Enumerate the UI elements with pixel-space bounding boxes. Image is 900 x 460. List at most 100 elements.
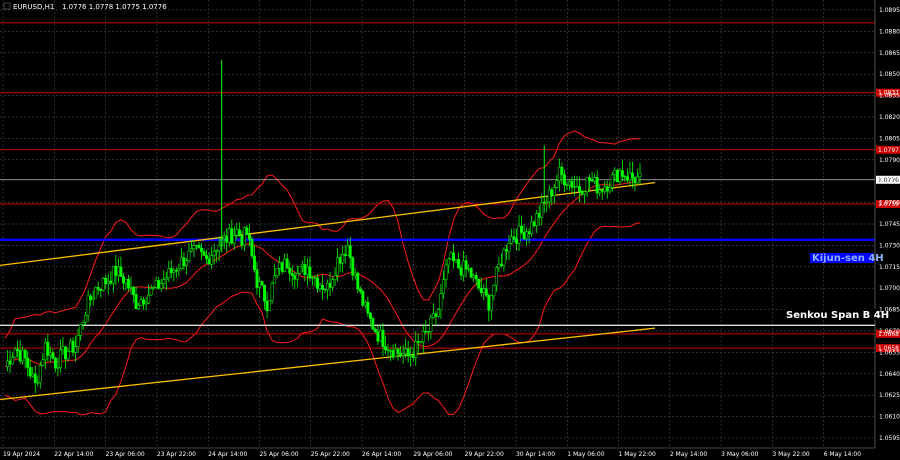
candle-body: [530, 221, 534, 234]
candle-body: [421, 330, 425, 342]
candle-body: [457, 259, 461, 269]
candle-body: [205, 255, 209, 259]
candle-body: [242, 227, 246, 246]
candle-body: [336, 257, 340, 276]
candle-body: [512, 236, 516, 240]
candle-body: [464, 260, 468, 270]
candle-body: [628, 172, 632, 181]
time-tick-label: 1 May 06:00: [567, 451, 605, 458]
candle-body: [253, 255, 256, 271]
candle-body: [557, 167, 561, 182]
price-tick-label: 1.0625: [879, 392, 900, 399]
candle-body: [109, 280, 113, 284]
candle-body: [504, 249, 508, 252]
candle-body: [142, 299, 146, 305]
candle-body: [137, 305, 141, 309]
candle-body: [310, 277, 314, 279]
level-price-label: 1.0797: [878, 147, 899, 154]
candle-body: [444, 264, 448, 280]
time-tick-label: 23 Apr 22:00: [157, 451, 196, 458]
candle-body: [134, 294, 138, 309]
candle-body: [376, 331, 380, 342]
price-tick-label: 1.0670: [879, 328, 900, 335]
time-tick-label: 30 Apr 14:00: [516, 451, 555, 458]
candle-body: [603, 186, 607, 192]
candle-body: [91, 297, 95, 301]
candle-body: [182, 257, 186, 266]
candle-body: [132, 287, 135, 295]
candle-body: [479, 287, 483, 293]
candle-body: [585, 177, 589, 192]
candle-body: [139, 299, 143, 306]
candle-body: [192, 245, 196, 249]
candle-body: [411, 354, 415, 358]
candle-body: [190, 248, 193, 252]
candle-body: [404, 348, 408, 355]
price-tick-label: 1.0820: [879, 114, 900, 121]
candle-body: [84, 314, 88, 323]
candle-body: [570, 181, 574, 188]
candle-body: [283, 258, 287, 272]
candle-body: [300, 264, 304, 267]
candle-body: [517, 225, 521, 244]
candle-body: [414, 341, 418, 358]
candle-body: [200, 247, 203, 253]
candle-body: [308, 266, 312, 279]
candle-body: [540, 202, 544, 218]
candle-body: [303, 264, 307, 275]
candle-body: [384, 346, 387, 351]
price-tick-label: 1.0790: [879, 157, 900, 164]
candle-body: [187, 250, 191, 261]
ohlc-readout: 1.0776 1.0778 1.0775 1.0776: [62, 3, 167, 11]
time-tick-label: 1 May 22:00: [619, 451, 657, 458]
price-tick-label: 1.0715: [879, 264, 900, 271]
candle-body: [164, 277, 168, 280]
candle-body: [293, 275, 297, 280]
candle-body: [169, 268, 173, 273]
candle-body: [610, 174, 614, 188]
candle-body: [56, 367, 60, 369]
candle-body: [64, 346, 67, 360]
price-tick-label: 1.0865: [879, 50, 900, 57]
candle-body: [81, 322, 85, 325]
symbol-menu-icon[interactable]: [3, 2, 11, 10]
candle-body: [127, 279, 130, 289]
candle-body: [552, 187, 556, 196]
candle-body: [613, 169, 617, 176]
candle-body: [290, 273, 294, 276]
candle-body: [459, 267, 463, 276]
candle-body: [217, 245, 221, 251]
candle-body: [396, 348, 400, 354]
candle-body: [18, 350, 22, 362]
candle-body: [447, 258, 450, 266]
candle-body: [129, 287, 133, 289]
candle-body: [154, 280, 158, 288]
candle-body: [212, 251, 216, 256]
candle-body: [316, 277, 319, 289]
candle-body: [28, 367, 32, 377]
time-tick-label: 3 May 22:00: [772, 451, 810, 458]
candle-body: [69, 340, 72, 352]
candle-body: [454, 259, 458, 262]
candle-body: [237, 229, 241, 236]
candle-body: [207, 258, 211, 265]
price-tick-label: 1.0640: [879, 371, 900, 378]
candle-body: [595, 176, 599, 194]
price-chart[interactable]: 1.08371.07971.07591.06681.06581.0776 1.0…: [0, 0, 900, 460]
candle-body: [618, 170, 622, 183]
candle-body: [532, 221, 536, 226]
candle-body: [43, 342, 47, 361]
candle-body: [389, 350, 392, 352]
candle-body: [275, 268, 279, 276]
candle-body: [162, 279, 166, 284]
candle-body: [452, 252, 455, 262]
candle-body: [79, 324, 83, 336]
candle-body: [41, 359, 45, 366]
candle-body: [636, 176, 639, 184]
price-tick-label: 1.0760: [879, 200, 900, 207]
price-tick-label: 1.0776: [879, 177, 900, 184]
candle-body: [295, 273, 299, 280]
candle-body: [527, 231, 531, 234]
candle-body: [144, 302, 148, 305]
candle-body: [560, 167, 564, 175]
